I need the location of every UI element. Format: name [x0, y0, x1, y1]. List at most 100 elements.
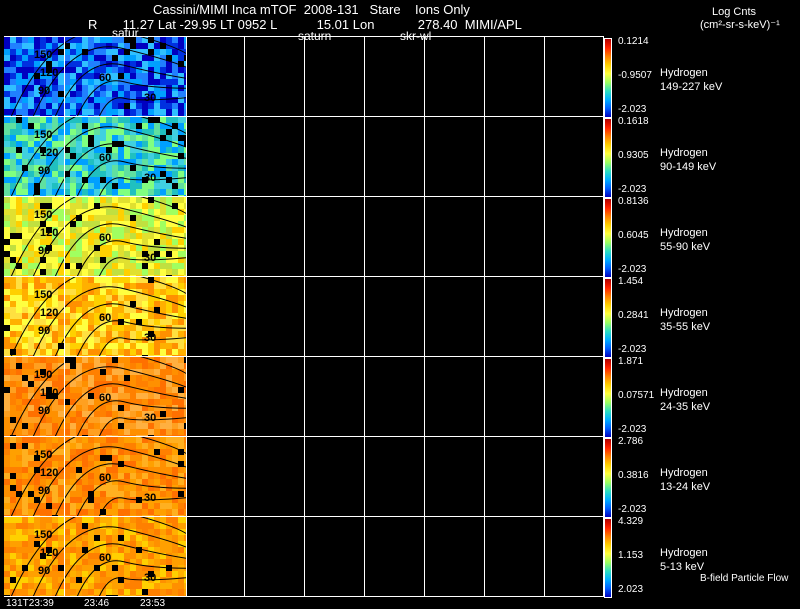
contour-label: 90 [38, 565, 51, 577]
species-label: Hydrogen 90-149 keV [660, 147, 717, 173]
grid-line [544, 277, 545, 357]
grid-line [186, 277, 187, 357]
contour-label: 30 [144, 572, 157, 584]
contour-lines [10, 517, 186, 597]
colorbar-mid: 0.2841 [618, 310, 649, 321]
grid-line [304, 277, 305, 357]
colorbar-max: 0.1214 [618, 36, 649, 47]
time-label-mid: 23:46 [84, 598, 110, 609]
contour-label: 120 [40, 387, 59, 399]
energy-panel: 150 120 90 60 30 [4, 436, 604, 517]
colorbar-mid: 0.6045 [618, 230, 649, 241]
grid-line [424, 437, 425, 517]
contour-label: 90 [38, 485, 51, 497]
energy-panel: 150 120 90 60 30 [4, 276, 604, 357]
contour-lines [10, 117, 186, 197]
contour-label: 30 [144, 412, 157, 424]
ena-image [4, 277, 186, 357]
grid-line [424, 197, 425, 277]
colorbar-min: -2.023 [618, 104, 647, 115]
grid-line [244, 277, 245, 357]
grid-line [64, 277, 65, 357]
grid-line [364, 197, 365, 277]
colorbar-max: 2.786 [618, 436, 644, 447]
species-label: Hydrogen 5-13 keV [660, 547, 708, 573]
time-label-start: 131T23:39 [6, 598, 54, 609]
contour-label: 60 [99, 392, 112, 404]
colorbar-max: 4.329 [618, 516, 644, 527]
contour-label: 60 [99, 152, 112, 164]
grid-line [186, 117, 187, 197]
colorbar-min: -2.023 [618, 504, 647, 515]
grid-line [64, 37, 65, 117]
grid-line [544, 197, 545, 277]
grid-line [424, 277, 425, 357]
contour-label: 60 [99, 312, 112, 324]
grid-line [64, 437, 65, 517]
grid-line [64, 117, 65, 197]
grid-line [186, 37, 187, 117]
energy-panel: 150 120 90 60 30 [4, 36, 604, 117]
grid-line [364, 437, 365, 517]
contour-label: 60 [99, 552, 112, 564]
colorbar [604, 438, 612, 518]
plot-area: 150 120 90 60 30 150 120 90 60 30 150 120 90 60 30 150 1… [4, 36, 604, 597]
grid-line [424, 517, 425, 597]
contour-label: 150 [34, 289, 53, 301]
grid-line [64, 357, 65, 437]
colorbar-mid: 0.3816 [618, 470, 649, 481]
contour-label: 150 [34, 209, 53, 221]
grid-line [484, 117, 485, 197]
species-label: Hydrogen 35-55 keV [660, 307, 711, 333]
species-label: Hydrogen 149-227 keV [660, 67, 723, 93]
plot-title: Cassini/MIMI Inca mTOF 2008-131 Stare Io… [153, 2, 470, 17]
contour-label: 90 [38, 85, 51, 97]
contour-label: 30 [144, 492, 157, 504]
contour-label: 120 [40, 227, 59, 239]
contour-label: 30 [144, 92, 157, 104]
contour-lines [10, 437, 186, 517]
colorbar-max: 1.871 [618, 356, 644, 367]
colorbar-min: 2.023 [618, 584, 644, 595]
colorbar-min: -2.023 [618, 424, 647, 435]
grid-line [484, 517, 485, 597]
grid-line [304, 197, 305, 277]
contour-label: 120 [40, 467, 59, 479]
energy-panel: 150 120 90 60 30 [4, 516, 604, 597]
energy-panel: 150 120 90 60 30 [4, 116, 604, 197]
grid-line [244, 117, 245, 197]
colorbar-units: (cm²-sr-s-keV)⁻¹ [700, 19, 780, 31]
colorbar-min: -2.023 [618, 344, 647, 355]
contour-label: 120 [40, 307, 59, 319]
contour-label: 90 [38, 245, 51, 257]
contour-lines [10, 197, 186, 277]
contour-lines [10, 37, 186, 117]
contour-label: 150 [34, 449, 53, 461]
contour-label: 60 [99, 232, 112, 244]
colorbar-mid: 0.9305 [618, 150, 649, 161]
energy-panel: 150 120 90 60 30 [4, 356, 604, 437]
grid-line [186, 437, 187, 517]
contour-label: 90 [38, 325, 51, 337]
colorbar [604, 278, 612, 358]
species-label: Hydrogen 13-24 keV [660, 467, 711, 493]
grid-line [364, 517, 365, 597]
plot-bottom-border [4, 596, 604, 597]
grid-line [244, 197, 245, 277]
grid-line [364, 277, 365, 357]
grid-line [544, 117, 545, 197]
grid-line [484, 277, 485, 357]
ena-image [4, 437, 186, 517]
grid-line [364, 357, 365, 437]
grid-line [484, 437, 485, 517]
ena-image [4, 117, 186, 197]
energy-panel: 150 120 90 60 30 [4, 196, 604, 277]
grid-line [186, 197, 187, 277]
time-label-end: 23:53 [140, 598, 166, 609]
grid-line [364, 117, 365, 197]
grid-line [544, 37, 545, 117]
grid-line [186, 517, 187, 597]
colorbar-max: 1.454 [618, 276, 644, 287]
colorbar-min: -2.023 [618, 184, 647, 195]
grid-line [364, 37, 365, 117]
